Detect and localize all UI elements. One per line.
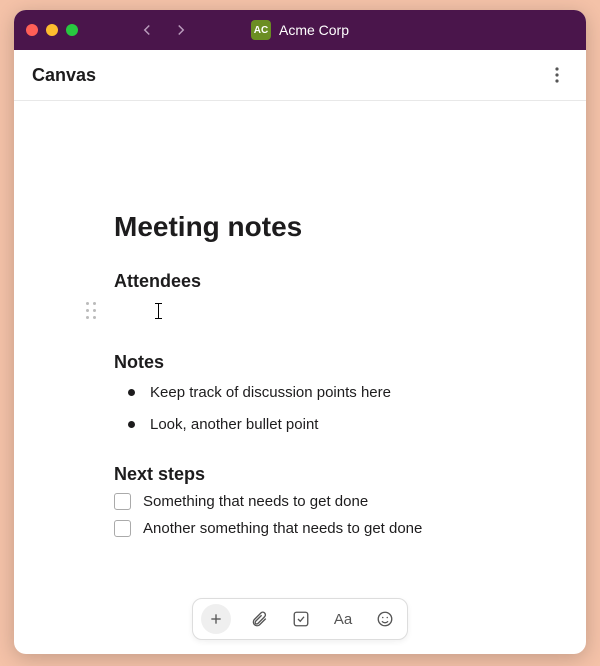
next-steps-section: Next steps Something that needs to get d… bbox=[114, 464, 502, 537]
nav-arrows bbox=[138, 21, 190, 39]
attendees-heading[interactable]: Attendees bbox=[114, 271, 502, 292]
doc-title[interactable]: Meeting notes bbox=[114, 211, 502, 243]
back-button[interactable] bbox=[138, 21, 156, 39]
page-header: Canvas bbox=[14, 50, 586, 101]
notes-list: Keep track of discussion points here Loo… bbox=[128, 383, 502, 434]
workspace-name: Acme Corp bbox=[279, 22, 349, 38]
checklist-item[interactable]: Another something that needs to get done bbox=[114, 520, 502, 537]
attendees-input-line[interactable] bbox=[114, 300, 502, 322]
attendees-section: Attendees bbox=[114, 271, 502, 322]
drag-handle-icon[interactable] bbox=[86, 302, 97, 320]
checklist-item-text[interactable]: Something that needs to get done bbox=[143, 493, 368, 510]
checklist-item[interactable]: Something that needs to get done bbox=[114, 493, 502, 510]
next-steps-checklist: Something that needs to get done Another… bbox=[114, 493, 502, 537]
window-controls bbox=[26, 24, 78, 36]
minimize-window-button[interactable] bbox=[46, 24, 58, 36]
add-block-button[interactable] bbox=[201, 604, 231, 634]
document[interactable]: Meeting notes Attendees Notes Keep track… bbox=[14, 101, 586, 537]
workspace-badge: AC bbox=[251, 20, 271, 40]
checklist-item-text[interactable]: Another something that needs to get done bbox=[143, 520, 422, 537]
page-title: Canvas bbox=[32, 65, 96, 86]
notes-heading[interactable]: Notes bbox=[114, 352, 502, 373]
checklist-button[interactable] bbox=[287, 605, 315, 633]
workspace-switcher[interactable]: AC Acme Corp bbox=[251, 20, 349, 40]
text-format-button[interactable]: Aa bbox=[329, 605, 357, 633]
next-steps-heading[interactable]: Next steps bbox=[114, 464, 502, 485]
floating-toolbar: Aa bbox=[192, 598, 408, 640]
list-item[interactable]: Keep track of discussion points here bbox=[128, 383, 502, 403]
notes-section: Notes Keep track of discussion points he… bbox=[114, 352, 502, 434]
fullscreen-window-button[interactable] bbox=[66, 24, 78, 36]
checkbox[interactable] bbox=[114, 520, 131, 537]
checkbox[interactable] bbox=[114, 493, 131, 510]
title-bar: AC Acme Corp bbox=[14, 10, 586, 50]
canvas-body: Meeting notes Attendees Notes Keep track… bbox=[14, 101, 586, 654]
attachment-button[interactable] bbox=[245, 605, 273, 633]
app-window: AC Acme Corp Canvas Meeting notes Attend… bbox=[14, 10, 586, 654]
list-item[interactable]: Look, another bullet point bbox=[128, 415, 502, 435]
close-window-button[interactable] bbox=[26, 24, 38, 36]
text-cursor-icon bbox=[158, 303, 159, 319]
forward-button[interactable] bbox=[172, 21, 190, 39]
emoji-button[interactable] bbox=[371, 605, 399, 633]
more-menu-button[interactable] bbox=[546, 60, 568, 90]
